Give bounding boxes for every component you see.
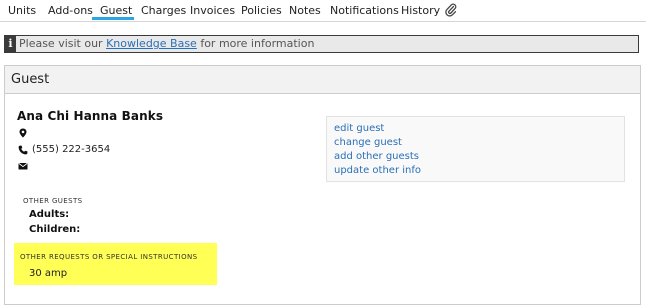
guest-actions: edit guest change guest add other guests…: [326, 116, 625, 182]
envelope-icon: [18, 163, 28, 170]
tab-add-ons[interactable]: Add-ons: [48, 3, 93, 19]
tab-invoices[interactable]: Invoices: [190, 3, 235, 19]
tab-units[interactable]: Units: [8, 3, 36, 19]
notice-text: Please visit our Knowledge Base for more…: [19, 37, 314, 51]
info-notice: i Please visit our Knowledge Base for mo…: [4, 35, 639, 53]
special-instructions-value: 30 amp: [29, 268, 68, 279]
tab-history[interactable]: History: [401, 3, 440, 19]
adults-label: Adults:: [29, 209, 70, 220]
tab-notes[interactable]: Notes: [289, 3, 321, 19]
panel-header: Guest: [5, 66, 640, 94]
notice-text-before: Please visit our: [19, 37, 107, 50]
tab-charges[interactable]: Charges: [141, 3, 186, 19]
map-marker-icon: [19, 128, 27, 138]
special-instructions-label: OTHER REQUESTS OR SPECIAL INSTRUCTIONS: [20, 253, 198, 261]
tab-bar: Units Add-ons Guest Charges Invoices Pol…: [0, 0, 646, 22]
tab-notifications[interactable]: Notifications: [330, 3, 399, 19]
special-instructions-highlight: OTHER REQUESTS OR SPECIAL INSTRUCTIONS 3…: [14, 243, 217, 285]
active-tab-indicator: [92, 17, 134, 20]
knowledge-base-link[interactable]: Knowledge Base: [106, 37, 197, 50]
other-guests-label: OTHER GUESTS: [23, 197, 83, 205]
phone-icon: [18, 145, 28, 155]
guest-phone: (555) 222-3654: [32, 144, 111, 155]
tab-policies[interactable]: Policies: [241, 3, 282, 19]
panel-title: Guest: [11, 72, 50, 87]
update-other-info-link[interactable]: update other info: [334, 165, 421, 176]
change-guest-link[interactable]: change guest: [334, 137, 402, 148]
edit-guest-link[interactable]: edit guest: [334, 123, 384, 134]
children-label: Children:: [29, 224, 81, 235]
info-icon: i: [5, 36, 16, 52]
guest-panel: Guest Ana Chi Hanna Banks (555) 222-3654…: [4, 65, 641, 305]
paperclip-icon[interactable]: [445, 3, 457, 17]
notice-text-after: for more information: [196, 37, 315, 50]
add-other-guests-link[interactable]: add other guests: [334, 151, 419, 162]
guest-name: Ana Chi Hanna Banks: [17, 109, 164, 123]
